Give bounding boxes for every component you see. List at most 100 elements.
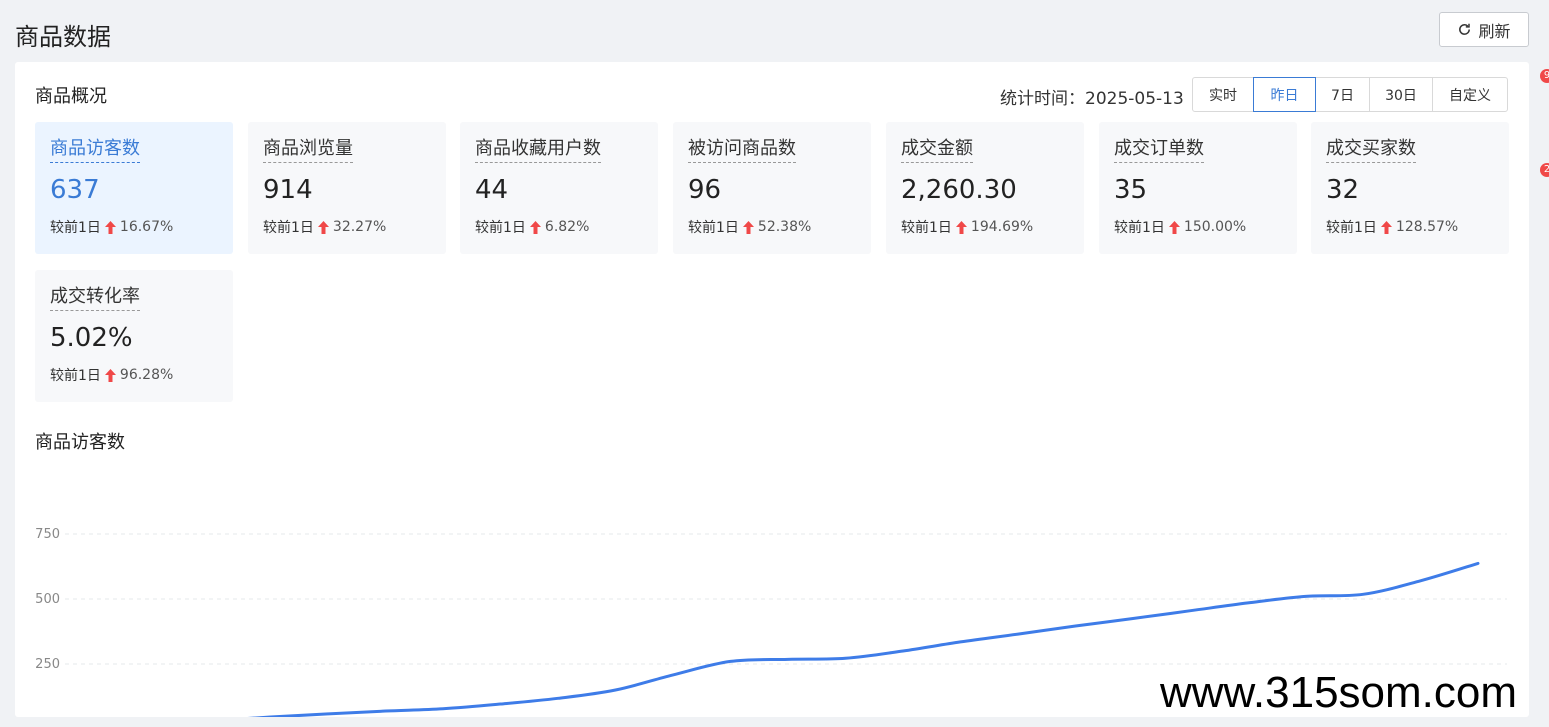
data-point[interactable]	[727, 657, 735, 665]
y-tick-label: 250	[35, 657, 60, 672]
metric-compare: 较前1日 150.00%	[1114, 217, 1282, 237]
data-point[interactable]	[382, 707, 390, 715]
compare-percent: 6.82%	[544, 219, 590, 235]
metric-value: 32	[1326, 175, 1360, 205]
metric-title: 成交金额	[901, 137, 973, 163]
metric-compare: 较前1日 6.82%	[475, 217, 643, 237]
arrow-up-icon	[317, 220, 329, 234]
time-range-selector: 实时 昨日 7日 30日 自定义	[1192, 77, 1508, 112]
metric-compare: 较前1日 52.38%	[688, 217, 856, 237]
data-point[interactable]	[1187, 607, 1195, 615]
metric-card-gmv[interactable]: 成交金额 2,260.30 较前1日 194.69%	[886, 122, 1084, 254]
compare-prefix: 较前1日	[1326, 220, 1377, 236]
metric-compare: 较前1日 194.69%	[901, 217, 1069, 237]
metric-card-visitors[interactable]: 商品访客数 637 较前1日 16.67%	[35, 122, 233, 254]
metric-card-favorite-users[interactable]: 商品收藏用户数 44 较前1日 6.82%	[460, 122, 658, 254]
metric-card-buyers[interactable]: 成交买家数 32 较前1日 128.57%	[1311, 122, 1509, 254]
data-point[interactable]	[1072, 622, 1080, 630]
stat-time-label: 统计时间：	[1000, 89, 1085, 109]
compare-percent: 96.28%	[119, 367, 174, 383]
range-button-custom[interactable]: 自定义	[1432, 77, 1508, 112]
compare-percent: 128.57%	[1395, 219, 1459, 235]
data-point[interactable]	[669, 671, 677, 679]
compare-prefix: 较前1日	[688, 220, 739, 236]
range-button-7d[interactable]: 7日	[1315, 77, 1370, 112]
refresh-label: 刷新	[1478, 21, 1511, 41]
data-point[interactable]	[1474, 559, 1482, 567]
metric-title: 商品浏览量	[263, 137, 353, 163]
arrow-up-icon	[104, 368, 116, 382]
data-point[interactable]	[1302, 592, 1310, 600]
metric-compare: 较前1日 128.57%	[1326, 217, 1494, 237]
compare-percent: 52.38%	[757, 219, 812, 235]
range-button-realtime[interactable]: 实时	[1192, 77, 1254, 112]
data-point[interactable]	[899, 647, 907, 655]
watermark-text: www.315som.com	[1160, 668, 1518, 717]
metric-title: 商品收藏用户数	[475, 137, 601, 163]
metric-value: 914	[263, 175, 313, 205]
metric-title: 成交买家数	[1326, 137, 1416, 163]
metric-title: 成交订单数	[1114, 137, 1204, 163]
data-point[interactable]	[957, 638, 965, 646]
metric-compare: 较前1日 32.27%	[263, 217, 431, 237]
refresh-icon	[1459, 23, 1471, 35]
compare-percent: 194.69%	[970, 219, 1034, 235]
data-point[interactable]	[497, 700, 505, 708]
y-tick-label: 500	[35, 592, 60, 607]
compare-percent: 150.00%	[1183, 219, 1247, 235]
metric-compare: 较前1日 16.67%	[50, 217, 218, 237]
compare-prefix: 较前1日	[901, 220, 952, 236]
overview-panel: 商品概况 统计时间：2025-05-13 实时 昨日 7日 30日 自定义 商品…	[15, 62, 1529, 717]
arrow-up-icon	[1380, 220, 1392, 234]
compare-prefix: 较前1日	[475, 220, 526, 236]
compare-prefix: 较前1日	[50, 368, 101, 384]
data-point[interactable]	[267, 713, 275, 717]
arrow-up-icon	[529, 220, 541, 234]
notification-badge[interactable]: 2	[1540, 163, 1549, 177]
compare-percent: 32.27%	[332, 219, 387, 235]
stat-time-value: 2025-05-13	[1085, 89, 1184, 109]
metric-value: 35	[1114, 175, 1148, 205]
compare-prefix: 较前1日	[50, 220, 101, 236]
metric-value: 637	[50, 175, 100, 205]
data-point[interactable]	[1244, 599, 1252, 607]
metric-card-pageviews[interactable]: 商品浏览量 914 较前1日 32.27%	[248, 122, 446, 254]
data-point[interactable]	[1129, 615, 1137, 623]
stat-time: 统计时间：2025-05-13	[1000, 84, 1184, 109]
data-point[interactable]	[1014, 630, 1022, 638]
data-point[interactable]	[324, 710, 332, 717]
page-title: 商品数据	[15, 23, 111, 51]
metric-value: 2,260.30	[901, 175, 1017, 205]
range-button-yesterday[interactable]: 昨日	[1253, 77, 1316, 112]
metric-card-orders[interactable]: 成交订单数 35 较前1日 150.00%	[1099, 122, 1297, 254]
arrow-up-icon	[955, 220, 967, 234]
chart-title: 商品访客数	[35, 432, 125, 453]
y-tick-label: 750	[35, 527, 60, 542]
metric-value: 96	[688, 175, 722, 205]
range-button-30d[interactable]: 30日	[1369, 77, 1433, 112]
metric-card-visited-products[interactable]: 被访问商品数 96 较前1日 52.38%	[673, 122, 871, 254]
data-point[interactable]	[612, 686, 620, 694]
data-point[interactable]	[842, 654, 850, 662]
data-point[interactable]	[1417, 577, 1425, 585]
notification-badge[interactable]: 9	[1540, 69, 1549, 83]
section-title-overview: 商品概况	[35, 86, 107, 107]
metric-title: 商品访客数	[50, 137, 140, 163]
metric-title: 被访问商品数	[688, 137, 796, 163]
compare-prefix: 较前1日	[263, 220, 314, 236]
data-point[interactable]	[1359, 590, 1367, 598]
metric-compare: 较前1日 96.28%	[50, 365, 218, 385]
arrow-up-icon	[742, 220, 754, 234]
metric-title: 成交转化率	[50, 285, 140, 311]
metric-card-conversion-rate[interactable]: 成交转化率 5.02% 较前1日 96.28%	[35, 270, 233, 402]
compare-prefix: 较前1日	[1114, 220, 1165, 236]
metric-value: 5.02%	[50, 323, 133, 353]
compare-percent: 16.67%	[119, 219, 174, 235]
arrow-up-icon	[1168, 220, 1180, 234]
arrow-up-icon	[104, 220, 116, 234]
metric-value: 44	[475, 175, 509, 205]
data-point[interactable]	[784, 655, 792, 663]
refresh-button[interactable]: 刷新	[1439, 12, 1529, 47]
data-point[interactable]	[554, 694, 562, 702]
data-point[interactable]	[439, 705, 447, 713]
